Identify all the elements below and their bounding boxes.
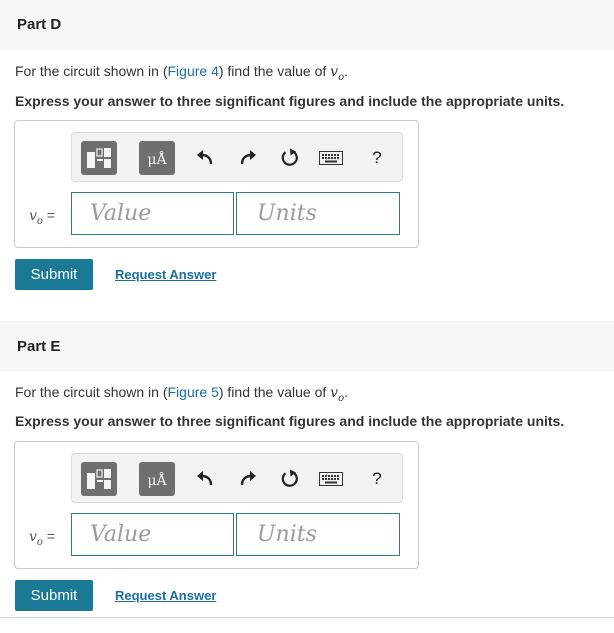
part-e-header: Part E bbox=[0, 321, 614, 371]
reset-icon bbox=[281, 148, 298, 166]
prompt-text: For the circuit shown in ( bbox=[15, 384, 168, 400]
units-input[interactable]: Units bbox=[236, 513, 400, 556]
units-icon: μÅ bbox=[147, 473, 167, 489]
figure-4-link[interactable]: Figure 4 bbox=[168, 63, 219, 79]
reset-button[interactable] bbox=[277, 145, 303, 171]
templates-button[interactable] bbox=[81, 462, 117, 496]
units-icon: μÅ bbox=[147, 152, 167, 168]
redo-icon bbox=[240, 471, 256, 486]
prompt-text: . bbox=[344, 63, 348, 79]
templates-icon bbox=[87, 148, 111, 168]
part-d-answer-box: μÅ ? vo = Value Units bbox=[14, 120, 419, 248]
part-d-instruction: Express your answer to three significant… bbox=[15, 93, 565, 109]
undo-icon bbox=[197, 471, 213, 486]
prompt-text: For the circuit shown in ( bbox=[15, 63, 168, 79]
undo-button[interactable] bbox=[192, 466, 218, 492]
part-e-prompt: For the circuit shown in (Figure 5) find… bbox=[15, 384, 348, 404]
redo-button[interactable] bbox=[235, 145, 261, 171]
variable-vo: vo bbox=[330, 385, 345, 404]
redo-icon bbox=[240, 150, 256, 165]
figure-5-link[interactable]: Figure 5 bbox=[168, 384, 219, 400]
prompt-text: ) find the value of bbox=[218, 63, 331, 79]
part-d-title: Part D bbox=[17, 16, 62, 33]
units-button[interactable]: μÅ bbox=[139, 141, 175, 175]
part-d-toolbar: μÅ ? bbox=[71, 132, 403, 182]
help-icon: ? bbox=[372, 469, 382, 488]
submit-button[interactable]: Submit bbox=[15, 259, 93, 290]
prompt-text: ) find the value of bbox=[218, 384, 331, 400]
undo-button[interactable] bbox=[192, 145, 218, 171]
units-input[interactable]: Units bbox=[236, 192, 400, 235]
part-e-title: Part E bbox=[17, 338, 61, 355]
keyboard-icon bbox=[319, 472, 343, 486]
keyboard-button[interactable] bbox=[318, 466, 344, 492]
keyboard-icon bbox=[319, 151, 343, 165]
help-icon: ? bbox=[372, 148, 382, 167]
keyboard-button[interactable] bbox=[318, 145, 344, 171]
value-input[interactable]: Value bbox=[71, 513, 234, 556]
request-answer-link[interactable]: Request Answer bbox=[115, 588, 216, 603]
divider bbox=[0, 617, 614, 618]
part-d-prompt: For the circuit shown in (Figure 4) find… bbox=[15, 63, 348, 83]
templates-icon bbox=[87, 469, 111, 489]
help-button[interactable]: ? bbox=[364, 145, 390, 171]
part-e-toolbar: μÅ ? bbox=[71, 453, 403, 503]
submit-button[interactable]: Submit bbox=[15, 580, 93, 611]
help-button[interactable]: ? bbox=[364, 466, 390, 492]
value-input[interactable]: Value bbox=[71, 192, 234, 235]
answer-variable-label: vo = bbox=[29, 528, 56, 548]
reset-button[interactable] bbox=[277, 466, 303, 492]
part-e-answer-box: μÅ ? vo = Value Units bbox=[14, 441, 419, 569]
answer-variable-label: vo = bbox=[29, 207, 56, 227]
prompt-text: . bbox=[344, 384, 348, 400]
undo-icon bbox=[197, 150, 213, 165]
units-button[interactable]: μÅ bbox=[139, 462, 175, 496]
part-e-instruction: Express your answer to three significant… bbox=[15, 413, 565, 429]
redo-button[interactable] bbox=[235, 466, 261, 492]
request-answer-link[interactable]: Request Answer bbox=[115, 267, 216, 282]
part-d-header: Part D bbox=[0, 0, 614, 50]
templates-button[interactable] bbox=[81, 141, 117, 175]
reset-icon bbox=[281, 469, 298, 487]
variable-vo: vo bbox=[330, 64, 345, 83]
